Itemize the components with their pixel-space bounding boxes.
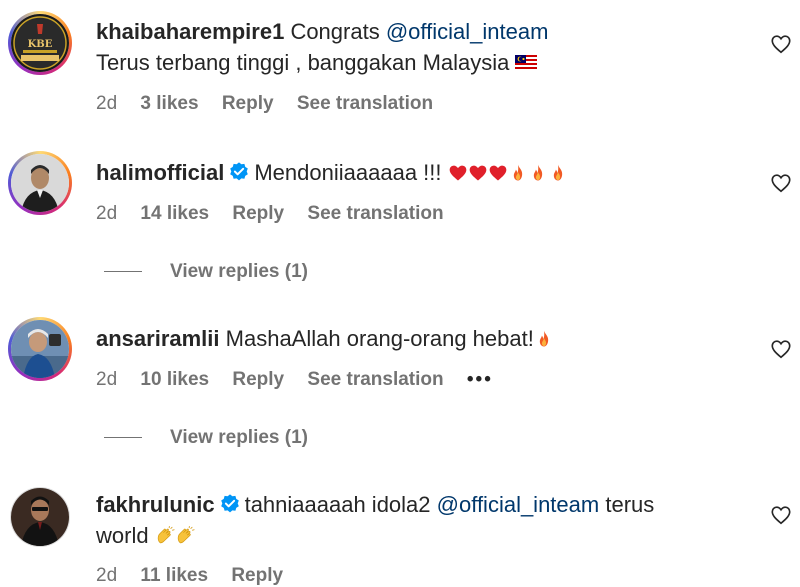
comment-text: world (96, 523, 149, 548)
username[interactable]: fakhrulunic (96, 492, 215, 517)
comment-text-line2: Terus terbang tinggi , banggakan Malaysi… (96, 48, 538, 78)
like-heart-icon[interactable] (770, 33, 792, 55)
likes-count[interactable]: 3 likes (140, 93, 198, 114)
reply-button[interactable]: Reply (232, 369, 284, 390)
verified-badge-icon (230, 162, 249, 181)
malaysia-flag-icon (515, 55, 538, 70)
like-heart-icon[interactable] (770, 504, 792, 526)
divider (104, 437, 142, 439)
avatar[interactable] (8, 317, 72, 381)
timestamp[interactable]: 2d (96, 93, 117, 114)
fire-icon (513, 164, 522, 181)
red-heart-icon (449, 165, 466, 181)
see-translation-button[interactable]: See translation (307, 203, 443, 224)
comment-text: terus (605, 492, 655, 517)
username[interactable]: khaibaharempire1 (96, 19, 284, 44)
likes-count[interactable]: 14 likes (140, 203, 209, 224)
comment-body: fakhrulunic tahniaaaaah idola2 @official_… (96, 490, 654, 520)
fire-icon (553, 164, 562, 181)
comment-meta: 2d 11 likes Reply (96, 565, 301, 587)
comment-text: MashaAllah orang-orang hebat! (225, 326, 534, 351)
comment-text: tahniaaaaah idola2 (244, 492, 431, 517)
see-translation-button[interactable]: See translation (307, 369, 443, 390)
view-replies-label: View replies (1) (170, 261, 308, 282)
divider (104, 271, 142, 273)
view-replies-button[interactable]: View replies (1) (104, 261, 308, 283)
fire-icon (539, 330, 549, 347)
comment-body: ansariramlii MashaAllah orang-orang heba… (96, 324, 554, 354)
reply-button[interactable]: Reply (222, 93, 274, 114)
timestamp[interactable]: 2d (96, 369, 117, 390)
comment-meta: 2d 3 likes Reply See translation (96, 93, 451, 115)
view-replies-button[interactable]: View replies (1) (104, 427, 308, 449)
reply-button[interactable]: Reply (232, 203, 284, 224)
comment-meta: 2d 14 likes Reply See translation (96, 203, 462, 225)
red-heart-icon (489, 165, 506, 181)
emoji-group (448, 160, 568, 185)
verified-badge-icon (220, 494, 239, 513)
see-translation-button[interactable]: See translation (297, 93, 433, 114)
fire-icon (533, 164, 542, 181)
comment-text-line2: world (96, 521, 195, 551)
like-heart-icon[interactable] (770, 172, 792, 194)
comment-meta: 2d 10 likes Reply See translation ••• (96, 369, 511, 391)
comment-text: Congrats (290, 19, 380, 44)
username[interactable]: halimofficial (96, 160, 224, 185)
like-heart-icon[interactable] (770, 338, 792, 360)
clapping-hands-icon (177, 526, 195, 544)
avatar[interactable] (10, 487, 70, 547)
likes-count[interactable]: 10 likes (140, 369, 209, 390)
clapping-hands-icon (157, 526, 175, 544)
mention-link[interactable]: @official_inteam (386, 19, 549, 44)
comment-text: Mendoniiaaaaaa !!! (254, 160, 442, 185)
red-heart-icon (469, 165, 486, 181)
avatar-logo-text: KBE (28, 39, 53, 50)
view-replies-label: View replies (1) (170, 427, 308, 448)
timestamp[interactable]: 2d (96, 203, 117, 224)
avatar[interactable]: KBE (8, 11, 72, 75)
more-options-button[interactable]: ••• (467, 369, 493, 390)
comment-body: halimofficial Mendoniiaaaaaa !!! (96, 158, 568, 188)
comment-text: Terus terbang tinggi , banggakan Malaysi… (96, 50, 510, 75)
mention-link[interactable]: @official_inteam (437, 492, 600, 517)
comment-body: khaibaharempire1 Congrats @official_inte… (96, 17, 548, 47)
username[interactable]: ansariramlii (96, 326, 220, 351)
avatar[interactable] (8, 151, 72, 215)
